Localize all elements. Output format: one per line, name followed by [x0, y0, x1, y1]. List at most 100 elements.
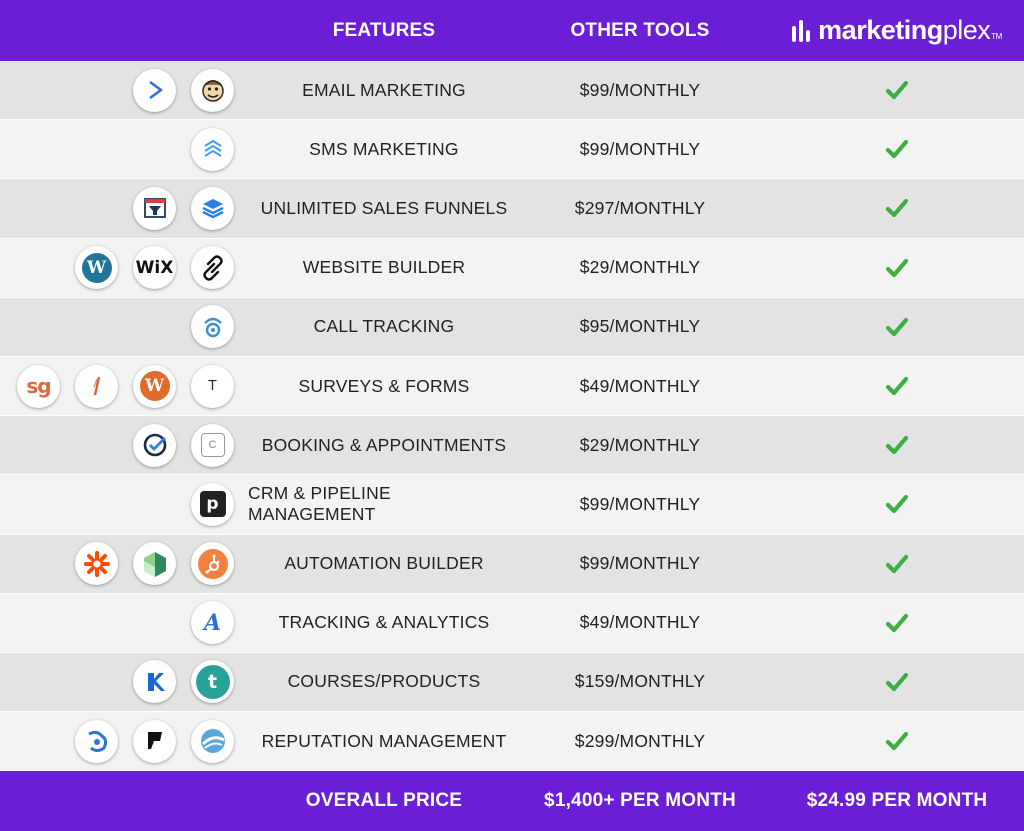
marketingplex-total: $24.99 PER MONTH: [806, 790, 988, 811]
checkmark-icon: [770, 179, 1024, 237]
feature-name: WEBSITE BUILDER: [302, 257, 466, 278]
squarespace-icon: [191, 246, 234, 290]
feature-name: CRM & PIPELINE MANAGEMENT: [248, 483, 391, 525]
feature-name: SMS MARKETING: [309, 138, 459, 159]
checkmark-icon: [770, 298, 1024, 356]
logo-text-light: plex: [942, 15, 991, 45]
clickfunnels-icon: [133, 186, 176, 230]
wordpress-icon: W: [75, 246, 118, 290]
foursquare-icon: [133, 719, 176, 763]
zapier-icon: [75, 542, 118, 586]
table-row: t COURSES/PRODUCTS $159/MONTHLY: [0, 652, 1024, 713]
other-tools-column-header: OTHER TOOLS: [570, 19, 710, 41]
feature-rows: EMAIL MARKETING $99/MONTHLY SMS MARKETING $…: [0, 61, 1024, 772]
checkmark-icon: [770, 475, 1024, 533]
other-tools-price: $299/MONTHLY: [574, 730, 706, 751]
hubspot-icon: [191, 542, 234, 586]
birdeye-icon: [75, 719, 118, 763]
tool-icons: [75, 535, 234, 593]
checkmark-icon: [770, 653, 1024, 711]
table-row: WiX W WEBSITE BUILDER $29/MONTHLY: [0, 238, 1024, 298]
logo-trademark: TM: [991, 32, 1002, 41]
wix-icon: WiX: [133, 246, 176, 290]
tool-icons: [191, 298, 234, 356]
other-tools-price: $99/MONTHLY: [579, 79, 701, 100]
checkmark-icon: [770, 416, 1024, 474]
other-tools-price: $49/MONTHLY: [579, 375, 701, 396]
call-tracking-icon: [191, 305, 234, 349]
feature-name: AUTOMATION BUILDER: [284, 553, 484, 574]
other-tools-price: $95/MONTHLY: [579, 316, 701, 337]
wufoo-icon: W: [133, 364, 176, 408]
table-row: SMS MARKETING $99/MONTHLY: [0, 120, 1024, 180]
logo-text-bold: marketing: [818, 15, 943, 45]
feature-name: UNLIMITED SALES FUNNELS: [260, 197, 508, 218]
feature-name: CALL TRACKING: [313, 316, 455, 337]
feature-name: EMAIL MARKETING: [302, 79, 466, 100]
checkmark-icon: [770, 594, 1024, 652]
checkmark-icon: [770, 239, 1024, 297]
logo-wordmark: marketingplexTM: [818, 15, 1002, 46]
checkmark-icon: [770, 120, 1024, 178]
other-tools-price: $29/MONTHLY: [579, 434, 701, 455]
other-tools-price: $99/MONTHLY: [579, 493, 701, 514]
scheduling-check-icon: [133, 423, 176, 467]
kajabi-icon: [133, 660, 176, 704]
other-tools-price: $297/MONTHLY: [574, 197, 706, 218]
teachable-icon: t: [191, 660, 234, 704]
tool-icons: [75, 712, 234, 770]
feature-name: BOOKING & APPOINTMENTS: [261, 434, 507, 455]
mailchimp-icon: [191, 68, 234, 112]
marketingplex-column-header: marketingplexTM: [770, 0, 1024, 61]
marketingplex-logo: marketingplexTM: [792, 15, 1002, 46]
checkmark-icon: [770, 712, 1024, 770]
tool-icons: t: [133, 653, 234, 711]
other-tools-total: $1,400+ PER MONTH: [544, 790, 736, 811]
tool-icons: A: [191, 594, 234, 652]
activecampaign-icon: [133, 68, 176, 112]
table-row: p CRM & PIPELINE MANAGEMENT $99/MONTHLY: [0, 475, 1024, 535]
calendly-icon: C: [191, 423, 234, 467]
tool-icons: [133, 61, 234, 119]
other-tools-price: $159/MONTHLY: [574, 671, 706, 692]
surveygizmo-icon: sg: [17, 364, 60, 408]
feature-name: COURSES/PRODUCTS: [287, 671, 481, 692]
other-tools-price: $49/MONTHLY: [579, 612, 701, 633]
sms-chevrons-icon: [191, 127, 234, 171]
feature-name: SURVEYS & FORMS: [298, 375, 470, 396]
logo-bars-icon: [792, 19, 811, 42]
tool-icons: T Wsg: [17, 357, 234, 415]
layers-icon: [191, 186, 234, 230]
other-tools-price: $99/MONTHLY: [579, 553, 701, 574]
tool-icons: C: [133, 416, 234, 474]
table-row: UNLIMITED SALES FUNNELS $297/MONTHLY: [0, 179, 1024, 239]
reputation-swirl-icon: [191, 719, 234, 763]
other-tools-price: $99/MONTHLY: [579, 138, 701, 159]
tool-icons: [133, 179, 234, 237]
other-tools-price: $29/MONTHLY: [579, 257, 701, 278]
checkmark-icon: [770, 535, 1024, 593]
table-header: FEATURES OTHER TOOLS marketingplexTM: [0, 0, 1024, 61]
tool-icons: [191, 120, 234, 178]
overall-price-label: OVERALL PRICE: [305, 790, 463, 811]
green-cube-icon: [133, 542, 176, 586]
table-footer: OVERALL PRICE $1,400+ PER MONTH $24.99 P…: [0, 771, 1024, 831]
feature-name: REPUTATION MANAGEMENT: [261, 730, 507, 751]
tool-icons: p: [191, 475, 234, 533]
table-row: T Wsg SURVEYS & FORMS $49/MONTHLY: [0, 356, 1024, 417]
pricing-comparison: FEATURES OTHER TOOLS marketingplexTM EMA…: [0, 0, 1024, 831]
table-row: C BOOKING & APPOINTMENTS $29/MONTHLY: [0, 416, 1024, 476]
typeform-icon: T: [191, 364, 234, 408]
table-row: AUTOMATION BUILDER $99/MONTHLY: [0, 534, 1024, 594]
features-column-header: FEATURES: [332, 19, 436, 41]
tool-icons: WiX W: [75, 239, 234, 297]
formstack-icon: [75, 364, 118, 408]
table-row: REPUTATION MANAGEMENT $299/MONTHLY: [0, 712, 1024, 772]
table-row: A TRACKING & ANALYTICS $49/MONTHLY: [0, 593, 1024, 653]
table-row: EMAIL MARKETING $99/MONTHLY: [0, 61, 1024, 121]
table-row: CALL TRACKING $95/MONTHLY: [0, 297, 1024, 357]
checkmark-icon: [770, 61, 1024, 119]
checkmark-icon: [770, 357, 1024, 415]
feature-name: TRACKING & ANALYTICS: [278, 612, 490, 633]
analytics-a-icon: A: [191, 601, 234, 645]
